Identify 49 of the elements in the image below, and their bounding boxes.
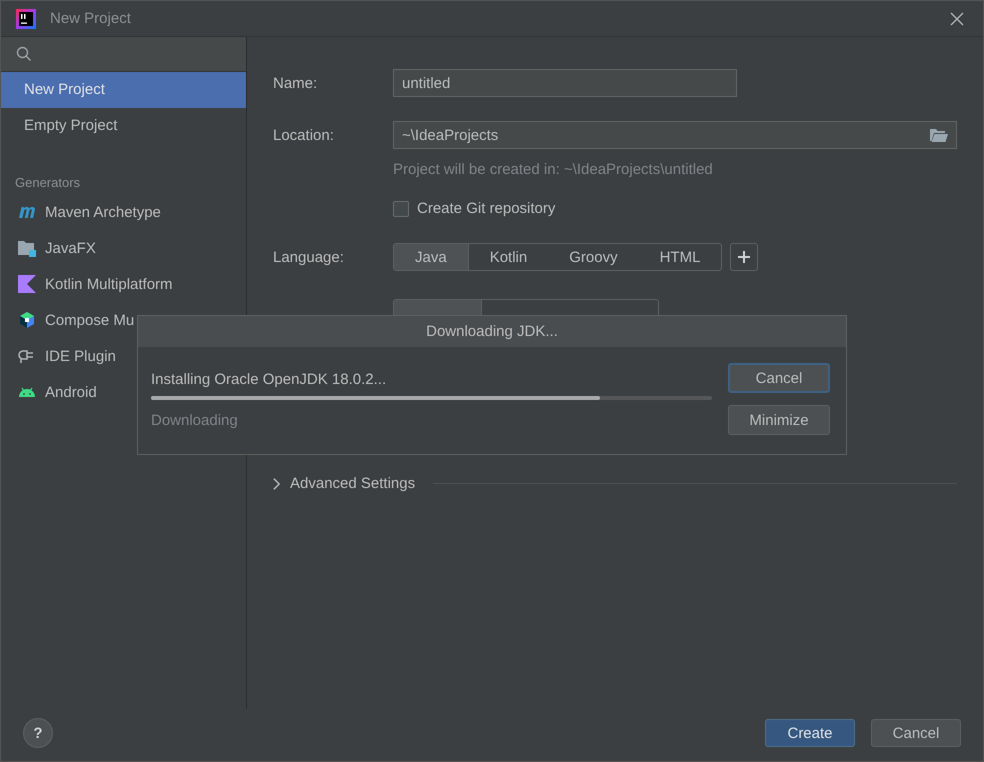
field-label: Location: <box>273 126 335 144</box>
plus-icon <box>738 251 750 263</box>
add-button[interactable] <box>730 243 758 271</box>
folder-icon <box>18 239 36 257</box>
sidebar-item[interactable]: New Project <box>1 72 246 108</box>
plug-icon <box>18 347 36 365</box>
dialog-button[interactable]: Cancel <box>871 719 961 747</box>
app-logo-icon <box>16 8 36 28</box>
kotlin-logo-icon <box>18 275 36 293</box>
progress-message: Installing Oracle OpenJDK 18.0.2... <box>151 371 388 388</box>
generator-item[interactable]: Kotlin Multiplatform <box>1 266 246 302</box>
android-icon <box>18 386 36 398</box>
checkbox[interactable] <box>393 200 409 216</box>
search-icon <box>16 46 32 62</box>
location-field[interactable]: ~\IdeaProjects <box>393 121 957 149</box>
generator-label: IDE Plugin <box>45 348 116 364</box>
field-label: Name: <box>273 74 318 92</box>
section-header: Generators <box>14 174 82 192</box>
dialog-button[interactable]: Create <box>765 719 855 747</box>
sidebar-item[interactable]: Empty Project <box>1 108 246 144</box>
section-label: Advanced Settings <box>290 475 416 492</box>
search-field[interactable] <box>1 37 246 72</box>
dialog-title: Downloading JDK... <box>138 316 846 347</box>
segment-option[interactable]: Java <box>394 244 469 270</box>
name-field[interactable]: untitled <box>393 69 737 97</box>
generator-label: Android <box>45 384 97 400</box>
field-value: ~\IdeaProjects <box>402 126 498 144</box>
generator-label: JavaFX <box>45 240 96 256</box>
window-title: New Project <box>50 10 132 27</box>
generator-item[interactable]: JavaFX <box>1 230 246 266</box>
folder-icon[interactable] <box>930 128 948 142</box>
close-icon[interactable] <box>950 12 964 26</box>
checkbox-label: Create Git repository <box>417 200 556 217</box>
segment-option[interactable]: Groovy <box>548 244 639 270</box>
segment-option[interactable]: Kotlin <box>468 244 548 270</box>
letter-m-icon <box>18 205 36 219</box>
dialog-button[interactable]: Minimize <box>728 405 830 435</box>
progress-status: Downloading <box>151 412 239 429</box>
generator-label: Maven Archetype <box>45 204 161 220</box>
advanced-settings-toggle[interactable]: Advanced Settings <box>273 475 957 492</box>
hint-text: Project will be created in: ~\IdeaProjects\untitled <box>393 161 714 178</box>
generator-label: Compose Mu <box>45 312 134 328</box>
generator-item[interactable]: Maven Archetype <box>1 194 246 230</box>
help-button[interactable]: ? <box>23 718 53 748</box>
field-label: Language: <box>273 248 345 266</box>
segment-option[interactable]: HTML <box>638 244 722 270</box>
dialog-button[interactable]: Cancel <box>728 363 830 393</box>
cube-icon <box>18 311 36 329</box>
generator-label: Kotlin Multiplatform <box>45 276 173 292</box>
